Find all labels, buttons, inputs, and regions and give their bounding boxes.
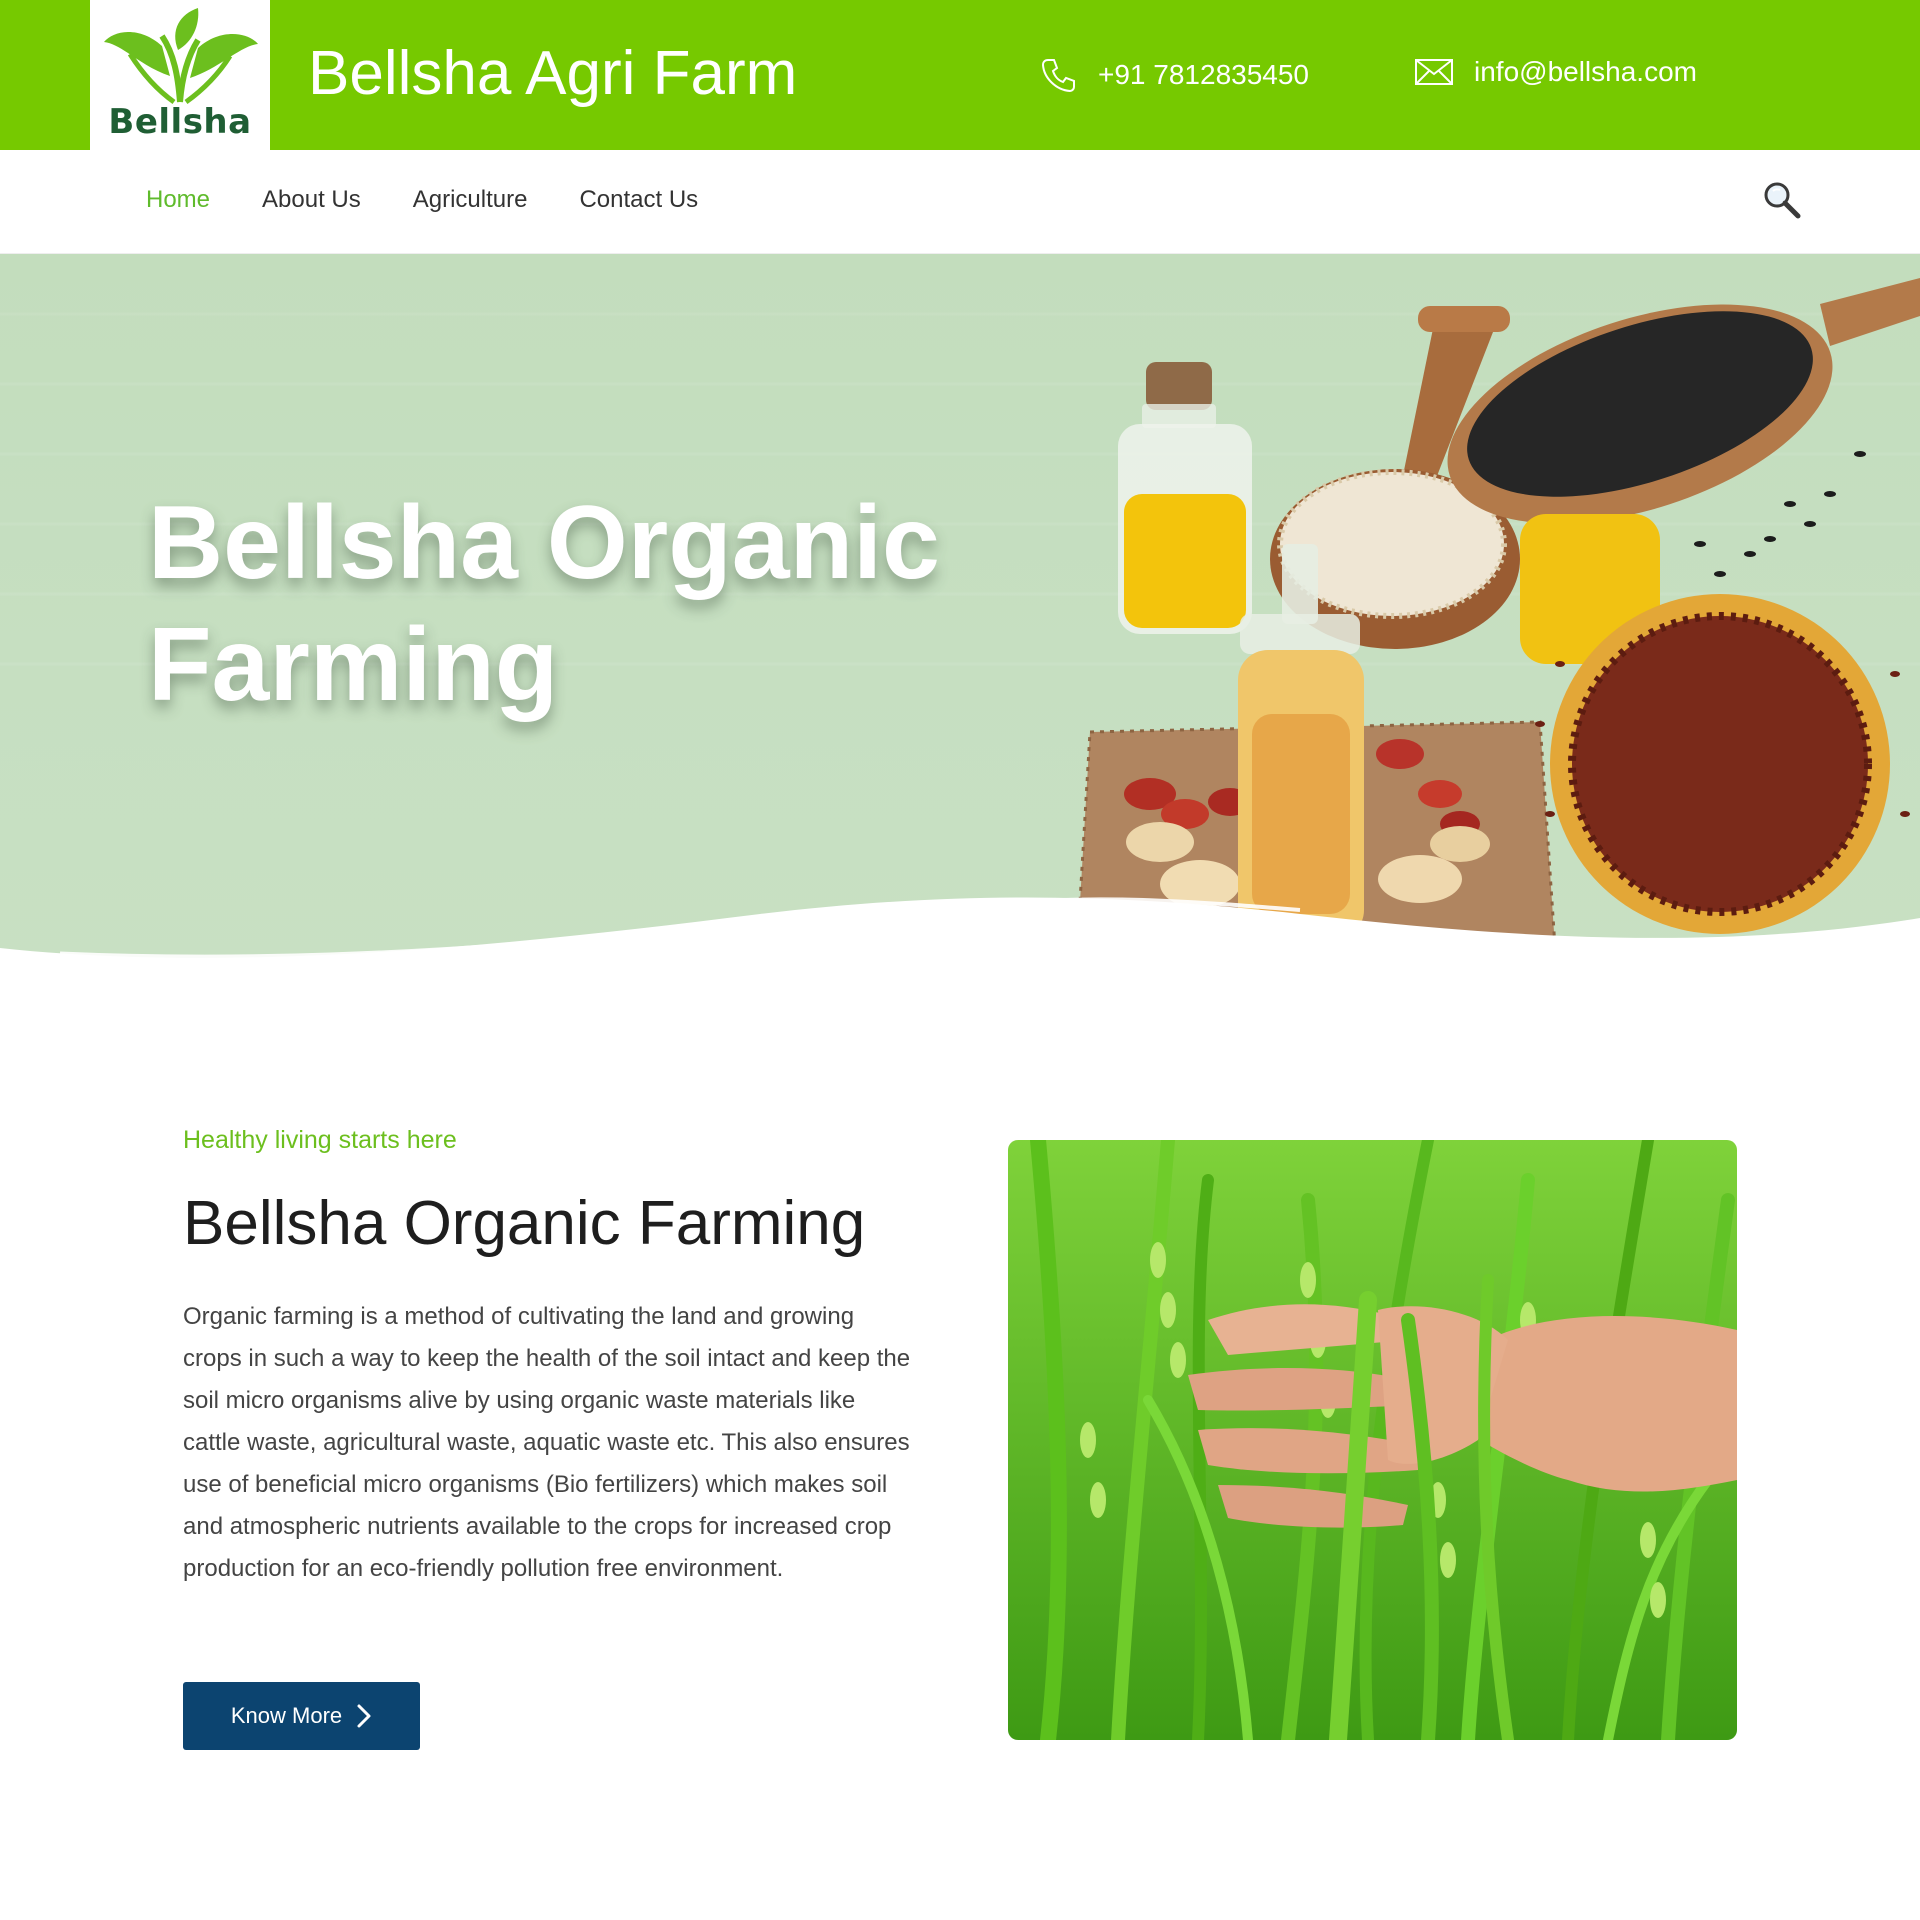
search-button[interactable] (1762, 180, 1802, 220)
phone-number: +91 7812835450 (1098, 59, 1309, 90)
nav-item-contact-us[interactable]: Contact Us (579, 186, 698, 214)
top-header-bar: Bellsha Bellsha Agri Farm +91 7812835450… (0, 0, 1920, 150)
hero-banner: Bellsha Organic Farming (0, 254, 1920, 990)
oil-bottle-cork-image (1118, 362, 1252, 634)
nav-item-home[interactable]: Home (146, 186, 210, 214)
chevron-right-icon (357, 1704, 371, 1728)
hero-title-line-1: Bellsha Organic (148, 485, 940, 601)
know-more-button[interactable]: Know More (183, 1682, 420, 1750)
email-address: info@bellsha.com (1474, 56, 1697, 87)
site-logo[interactable]: Bellsha (90, 0, 270, 150)
nav-item-agriculture[interactable]: Agriculture (413, 186, 528, 214)
logo-wordmark: Bellsha (108, 102, 252, 142)
rice-plants-hand-image (1008, 1140, 1737, 1740)
magnifier-icon (1764, 182, 1801, 219)
phone-contact[interactable]: +91 7812835450 (1040, 56, 1309, 94)
hero-title-line-2: Farming (148, 607, 559, 723)
site-title[interactable]: Bellsha Agri Farm (308, 38, 797, 109)
hero-title: Bellsha Organic Farming (148, 482, 1048, 726)
section-description: Organic farming is a method of cultivati… (183, 1303, 911, 1582)
leaf-logo-icon (104, 8, 258, 105)
nav-menu: Home About Us Agriculture Contact Us (146, 186, 750, 214)
know-more-label: Know More (230, 1703, 343, 1728)
nav-item-about-us[interactable]: About Us (262, 186, 361, 214)
section-tagline: Healthy living starts here (183, 1126, 457, 1154)
section-title: Bellsha Organic Farming (183, 1189, 866, 1258)
phone-icon (1041, 59, 1075, 93)
rice-field-photo (1008, 1140, 1737, 1740)
main-navigation: Home About Us Agriculture Contact Us (0, 150, 1920, 254)
envelope-icon (1415, 59, 1453, 85)
email-contact[interactable]: info@bellsha.com (1414, 56, 1697, 88)
